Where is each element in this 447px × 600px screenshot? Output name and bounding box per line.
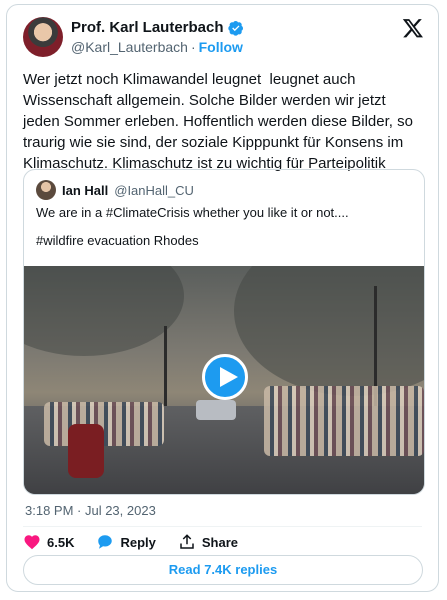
quoted-tweet-text: We are in a #ClimateCrisis whether you l… [36, 205, 349, 220]
crowd [264, 386, 424, 456]
author-handle[interactable]: @Karl_Lauterbach [71, 39, 188, 55]
video-thumbnail[interactable] [24, 266, 424, 494]
read-replies-button[interactable]: Read 7.4K replies [23, 555, 423, 585]
quoted-author-avatar [36, 180, 56, 200]
tweet-card: Prof. Karl Lauterbach @Karl_Lauterbach · F… [6, 4, 439, 592]
like-button[interactable]: 6.5K [23, 533, 74, 551]
tweet-header: Prof. Karl Lauterbach @Karl_Lauterbach · F… [21, 15, 424, 59]
reply-bubble-icon [98, 535, 113, 549]
reply-button[interactable]: Reply [96, 533, 156, 551]
smoke-cloud [234, 266, 424, 396]
quoted-tweet[interactable]: Ian Hall @IanHall_CU We are in a #Climat… [23, 169, 425, 495]
share-icon [180, 534, 194, 549]
play-button[interactable] [202, 354, 248, 400]
author-name-row: Prof. Karl Lauterbach [71, 19, 244, 36]
quoted-author-handle: @IanHall_CU [114, 182, 194, 198]
tweet-text: Wer jetzt noch Klimawandel leugnet leugn… [23, 71, 418, 172]
share-label: Share [201, 534, 239, 550]
author-avatar[interactable] [23, 17, 63, 57]
quoted-author-name: Ian Hall [62, 182, 109, 198]
tweet-timestamp[interactable]: 3:18 PM · Jul 23, 2023 [25, 503, 156, 518]
play-icon [220, 367, 238, 387]
scooter [68, 424, 104, 478]
car [196, 400, 236, 420]
action-bar: 6.5K Reply Share [23, 533, 238, 551]
x-logo-icon[interactable] [402, 17, 424, 39]
quoted-tweet-header: Ian Hall @IanHall_CU [36, 180, 194, 200]
divider [23, 526, 422, 527]
crowd [44, 402, 164, 446]
smoke-cloud [24, 266, 184, 356]
follow-button[interactable]: Follow [199, 39, 243, 55]
quoted-tweet-hashtags: #wildfire evacuation Rhodes [36, 233, 199, 248]
author-display-name[interactable]: Prof. Karl Lauterbach [71, 19, 224, 36]
verified-badge-icon [227, 20, 243, 36]
reply-label: Reply [120, 534, 156, 550]
share-button[interactable]: Share [178, 533, 238, 551]
author-handle-row: @Karl_Lauterbach · Follow [71, 39, 243, 55]
like-count: 6.5K [47, 534, 75, 550]
separator-dot: · [190, 39, 196, 55]
heart-icon [24, 535, 40, 550]
